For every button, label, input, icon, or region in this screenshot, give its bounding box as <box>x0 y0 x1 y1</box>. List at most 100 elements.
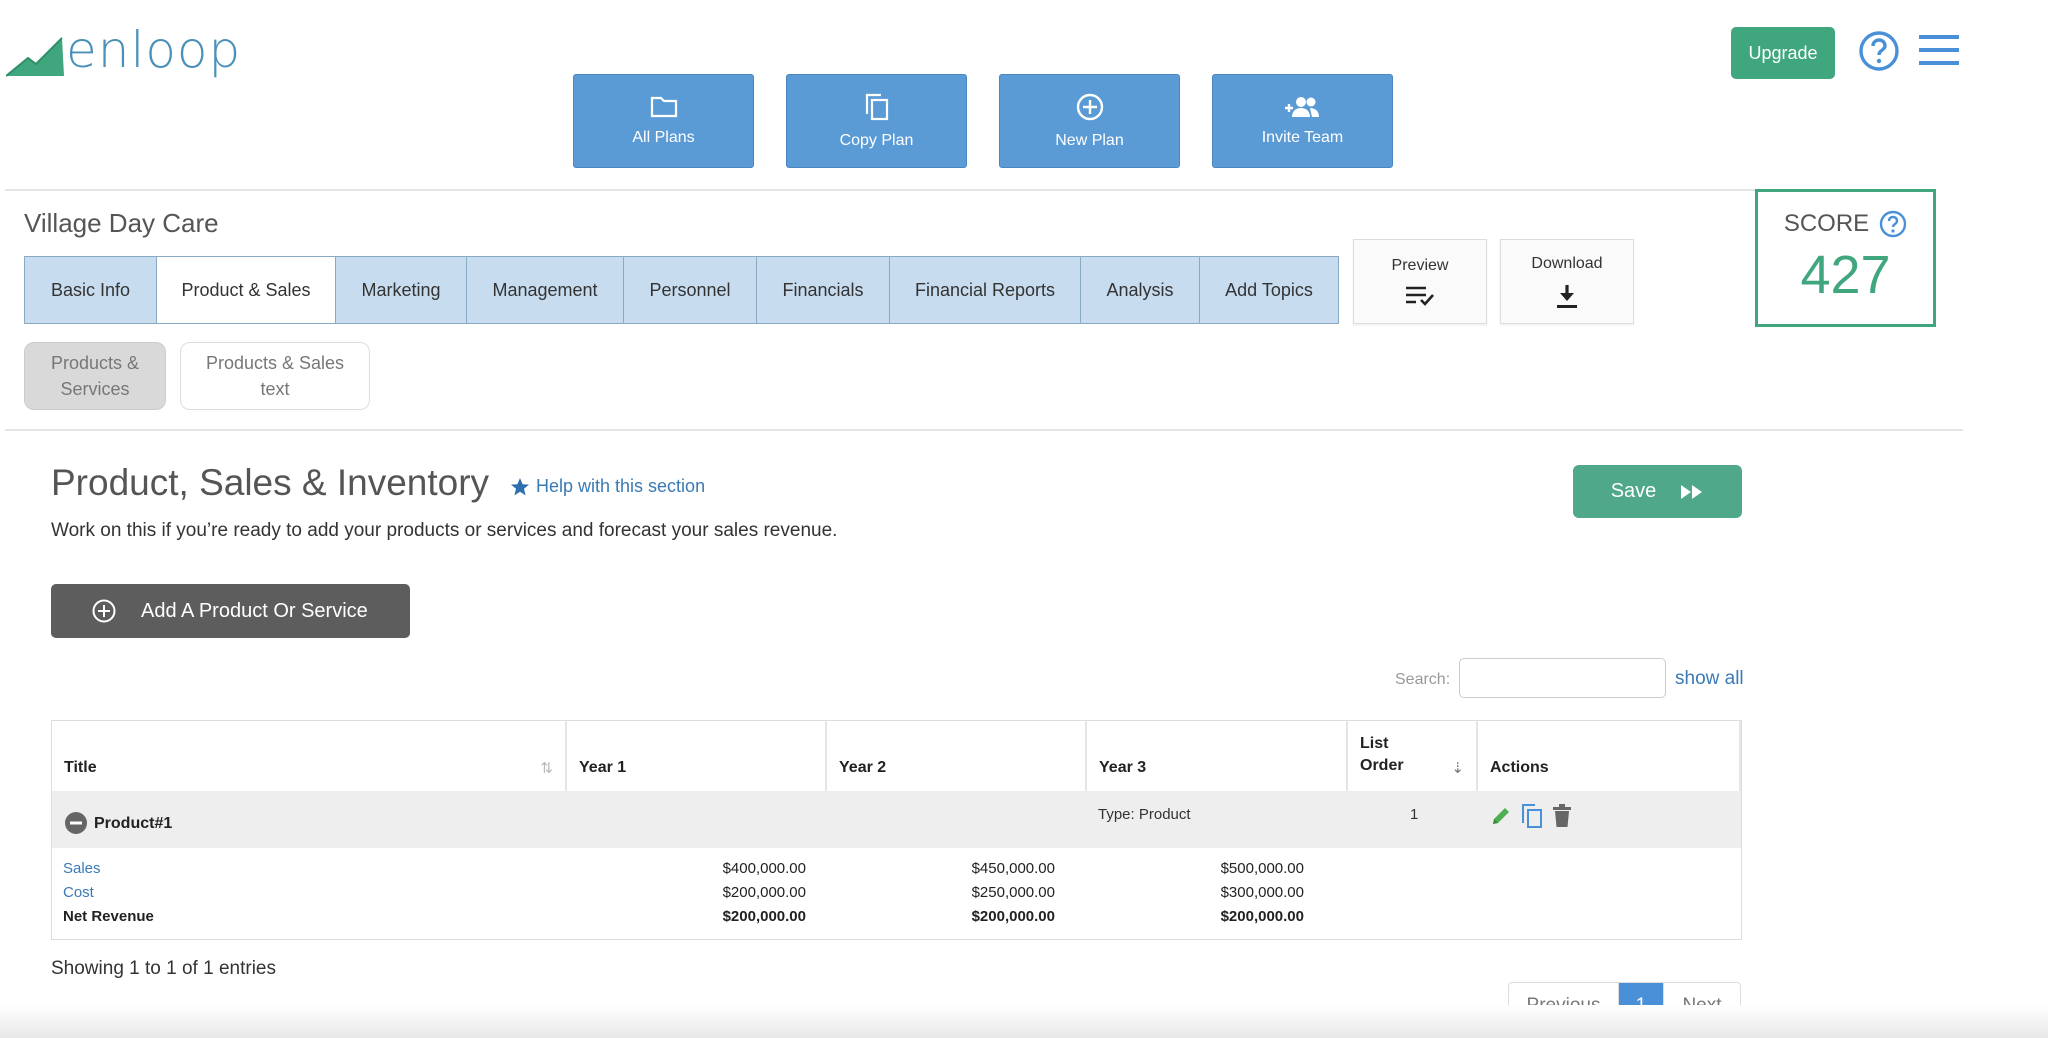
group-type: Type: Product <box>1098 806 1191 823</box>
search-label: Search: <box>1395 671 1451 688</box>
cell-year1: $400,000.00 <box>722 860 806 877</box>
score-value: 427 <box>1800 245 1891 305</box>
cell-year2: $200,000.00 <box>971 908 1055 925</box>
tab-analysis[interactable]: Analysis <box>1081 257 1200 323</box>
column-header-title[interactable]: Title ⇅ <box>52 721 567 791</box>
cell-year3: $300,000.00 <box>1220 884 1304 901</box>
add-product-label: Add A Product Or Service <box>141 599 368 622</box>
cell-year3: $200,000.00 <box>1220 908 1304 925</box>
divider <box>5 429 1963 431</box>
table-row-sales: Sales $400,000.00 $450,000.00 $500,000.0… <box>52 856 1741 880</box>
section-tabs: Basic Info Product & Sales Marketing Man… <box>24 256 1339 324</box>
column-header-year2[interactable]: Year 2 <box>827 721 1087 791</box>
section-description: Work on this if you’re ready to add your… <box>51 520 838 541</box>
column-header-title-label: Title <box>64 759 97 776</box>
preview-button[interactable]: Preview <box>1353 239 1487 324</box>
subtab-products-services[interactable]: Products & Services <box>24 342 166 410</box>
help-icon[interactable] <box>1858 30 1900 77</box>
table-row-cost: Cost $200,000.00 $250,000.00 $300,000.00 <box>52 880 1741 904</box>
score-help-icon[interactable] <box>1879 210 1907 238</box>
all-plans-button[interactable]: All Plans <box>573 74 754 168</box>
column-header-actions: Actions <box>1478 721 1741 791</box>
page-1-button[interactable]: 1 <box>1619 983 1664 1028</box>
invite-team-label: Invite Team <box>1261 129 1344 146</box>
download-button[interactable]: Download <box>1500 239 1634 324</box>
subtab-products-sales-text-line2: text <box>260 379 290 399</box>
products-table: Title ⇅ Year 1 Year 2 Year 3 List Order … <box>51 720 1742 940</box>
enloop-logo[interactable]: enloop <box>6 22 241 78</box>
column-header-list-order[interactable]: List Order ⇣ <box>1348 721 1478 791</box>
group-add-icon <box>1284 97 1319 117</box>
invite-team-button[interactable]: Invite Team <box>1212 74 1393 168</box>
copy-plan-label: Copy Plan <box>839 132 914 149</box>
row-label-net-revenue: Net Revenue <box>63 908 154 925</box>
logo-mountain-icon <box>6 37 64 77</box>
group-name: Product#1 <box>94 815 173 832</box>
column-header-year3-label: Year 3 <box>1099 759 1147 776</box>
previous-button[interactable]: Previous <box>1509 983 1619 1028</box>
download-label: Download <box>1531 254 1603 272</box>
subtab-products-services-line2: Services <box>60 379 130 399</box>
tab-financial-reports[interactable]: Financial Reports <box>890 257 1081 323</box>
subtab-products-sales-text[interactable]: Products & Sales text <box>180 342 370 410</box>
search-input[interactable] <box>1459 658 1666 698</box>
divider <box>5 189 1755 191</box>
row-label-sales[interactable]: Sales <box>63 860 101 877</box>
tab-financials[interactable]: Financials <box>757 257 890 323</box>
column-header-actions-label: Actions <box>1490 759 1549 776</box>
column-header-list-order-line2: Order <box>1360 757 1404 774</box>
plan-title: Village Day Care <box>24 208 219 238</box>
plan-actions-bar: All Plans Copy Plan New Plan Invite Team <box>573 74 1393 168</box>
tab-personnel[interactable]: Personnel <box>624 257 757 323</box>
all-plans-label: All Plans <box>632 129 695 146</box>
column-header-year1-label: Year 1 <box>579 759 627 776</box>
collapse-minus-icon[interactable] <box>65 812 87 834</box>
table-row-net-revenue: Net Revenue $200,000.00 $200,000.00 $200… <box>52 904 1741 928</box>
preview-list-check-icon <box>1406 286 1434 306</box>
cell-year3: $500,000.00 <box>1220 860 1304 877</box>
entries-info: Showing 1 to 1 of 1 entries <box>51 958 276 979</box>
column-header-year1[interactable]: Year 1 <box>567 721 827 791</box>
next-button[interactable]: Next <box>1664 983 1740 1028</box>
tab-product-sales[interactable]: Product & Sales <box>157 257 336 323</box>
logo-text: enloop <box>66 21 242 79</box>
hamburger-menu-icon[interactable] <box>1919 35 1959 70</box>
row-label-cost[interactable]: Cost <box>63 884 94 901</box>
star-icon <box>511 477 529 495</box>
tab-marketing[interactable]: Marketing <box>336 257 467 323</box>
tab-basic-info[interactable]: Basic Info <box>25 257 157 323</box>
copy-icon[interactable] <box>1520 803 1544 829</box>
show-all-link[interactable]: show all <box>1675 668 1744 690</box>
new-plan-button[interactable]: New Plan <box>999 74 1180 168</box>
help-section-link[interactable]: Help with this section <box>510 476 705 497</box>
fast-forward-icon <box>1681 484 1703 499</box>
plus-circle-icon <box>92 599 116 623</box>
tab-management[interactable]: Management <box>467 257 624 323</box>
folder-icon <box>650 96 677 118</box>
cell-year1: $200,000.00 <box>722 908 806 925</box>
table-group-row: Product#1 Type: Product 1 <box>52 791 1741 848</box>
pagination: Previous 1 Next <box>1508 982 1741 1029</box>
cell-year2: $250,000.00 <box>971 884 1055 901</box>
download-icon <box>1557 284 1577 308</box>
trash-icon[interactable] <box>1552 804 1572 828</box>
add-product-button[interactable]: Add A Product Or Service <box>51 584 410 638</box>
upgrade-button[interactable]: Upgrade <box>1731 27 1835 79</box>
cell-year1: $200,000.00 <box>722 884 806 901</box>
tab-add-topics[interactable]: Add Topics <box>1200 257 1338 323</box>
edit-pencil-icon[interactable] <box>1490 805 1512 827</box>
group-order: 1 <box>1410 806 1419 823</box>
sort-ascending-icon: ⇣ <box>1451 760 1464 777</box>
subtab-products-sales-text-line1: Products & Sales <box>205 353 345 373</box>
copy-plan-button[interactable]: Copy Plan <box>786 74 967 168</box>
score-label: SCORE <box>1783 210 1870 237</box>
copy-icon <box>865 93 888 121</box>
help-section-label: Help with this section <box>536 476 706 496</box>
plus-circle-icon <box>1076 93 1103 121</box>
save-button[interactable]: Save <box>1573 465 1742 518</box>
subtab-products-services-line1: Products & <box>50 353 140 373</box>
cell-year2: $450,000.00 <box>971 860 1055 877</box>
new-plan-label: New Plan <box>1055 132 1124 149</box>
save-label: Save <box>1610 480 1657 502</box>
column-header-year3[interactable]: Year 3 <box>1087 721 1348 791</box>
